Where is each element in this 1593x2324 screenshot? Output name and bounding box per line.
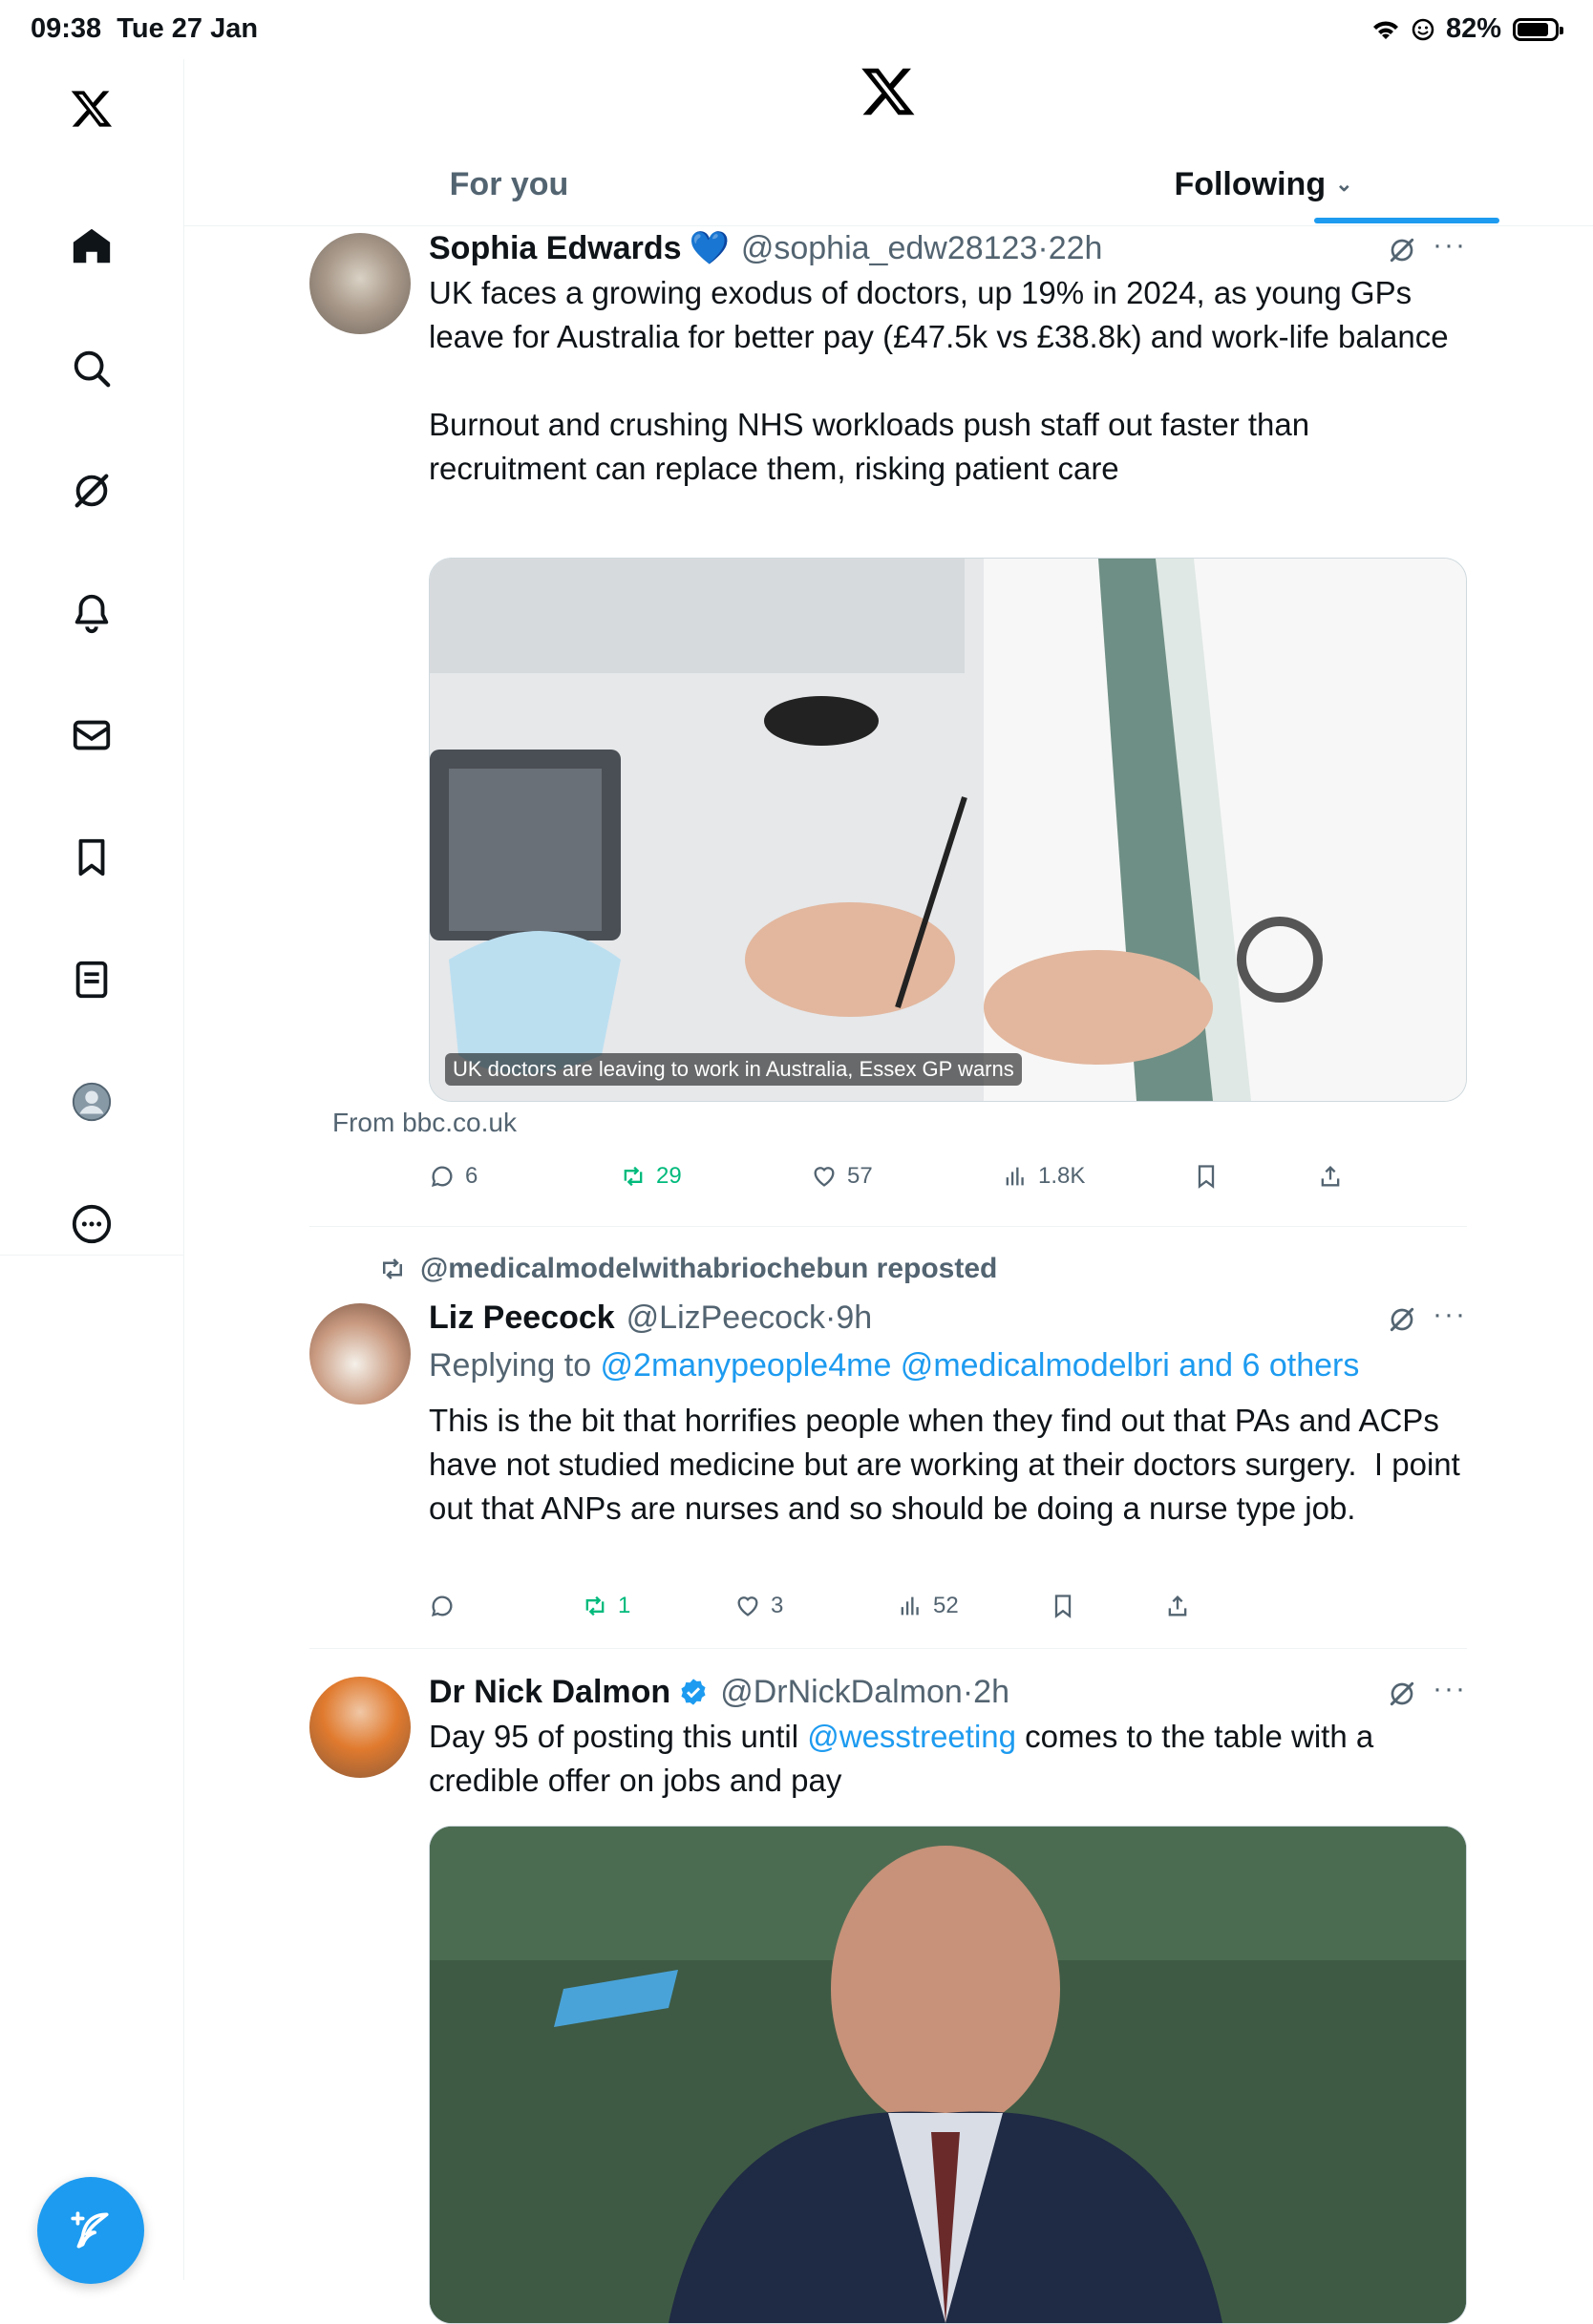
- repost-icon: [624, 1166, 643, 1187]
- focus-icon: [1412, 18, 1434, 40]
- avatar[interactable]: [309, 1677, 411, 1778]
- bell-icon[interactable]: [63, 584, 120, 642]
- compose-button[interactable]: [37, 2177, 144, 2284]
- share-icon: [1168, 1595, 1187, 1616]
- repost-icon: [585, 1595, 605, 1616]
- author-name[interactable]: Sophia Edwards: [429, 230, 682, 267]
- like-button[interactable]: 57: [811, 1163, 873, 1190]
- author-name[interactable]: Dr Nick Dalmon: [429, 1674, 670, 1711]
- share-button[interactable]: [1164, 1593, 1191, 1619]
- sidebar-divider: [0, 1255, 183, 1256]
- bookmark-button[interactable]: [1193, 1163, 1220, 1190]
- author-handle[interactable]: @sophia_edw28123: [741, 230, 1038, 267]
- grok-icon[interactable]: [1387, 1304, 1417, 1335]
- grok-icon[interactable]: [63, 462, 120, 519]
- tweet-time[interactable]: 2h: [973, 1674, 1009, 1711]
- tweet[interactable]: Sophia Edwards 💙 @sophia_edw28123 · 22h …: [309, 229, 1467, 1222]
- compose-icon: [71, 2211, 109, 2249]
- chevron-down-icon: ⌄: [1335, 172, 1353, 196]
- search-icon[interactable]: [63, 340, 120, 397]
- tweet[interactable]: @medicalmodelwithabriochebun reposted Li…: [309, 1251, 1467, 1633]
- battery-icon: [1513, 17, 1563, 41]
- reply-icon: [431, 1166, 453, 1188]
- reply-icon: [431, 1595, 453, 1617]
- photo-image: [430, 1827, 1466, 2323]
- more-icon[interactable]: [63, 1195, 120, 1253]
- tab-for-you[interactable]: For you: [414, 143, 605, 225]
- battery-percent: 82%: [1445, 13, 1501, 44]
- tab-following[interactable]: Following ⌄: [1120, 143, 1407, 225]
- bookmark-icon: [1054, 1595, 1072, 1618]
- author-name[interactable]: Liz Peecock: [429, 1299, 615, 1337]
- more-options-icon[interactable]: ···: [1433, 229, 1467, 262]
- tweet[interactable]: Dr Nick Dalmon @DrNickDalmon · 2h ··· Da…: [309, 1673, 1467, 2324]
- tweet-text: This is the bit that horrifies people wh…: [429, 1403, 1469, 1526]
- tweet-image[interactable]: [429, 1826, 1467, 2324]
- tweet-time[interactable]: 9h: [836, 1299, 872, 1337]
- card-caption: UK doctors are leaving to work in Austra…: [445, 1053, 1022, 1086]
- sidebar: [0, 59, 184, 2284]
- heart-icon: [814, 1167, 835, 1187]
- x-header-logo-icon[interactable]: [860, 63, 917, 120]
- tweet-divider: [309, 1648, 1467, 1649]
- timeline-tabs: For you Following ⌄: [184, 143, 1593, 226]
- tab-active-indicator: [1314, 218, 1499, 223]
- reply-button[interactable]: 6: [429, 1163, 478, 1190]
- repost-button[interactable]: 29: [620, 1163, 682, 1190]
- like-button[interactable]: 3: [734, 1593, 783, 1619]
- tweet-divider: [309, 1226, 1467, 1227]
- replying-to: Replying to @2manypeople4me @medicalmode…: [429, 1346, 1360, 1384]
- bookmark-icon: [1198, 1165, 1215, 1189]
- verified-badge-icon: [681, 1679, 706, 1705]
- status-time: 09:38 Tue 27 Jan: [31, 13, 259, 44]
- avatar[interactable]: [309, 233, 411, 334]
- link-card-image[interactable]: UK doctors are leaving to work in Austra…: [429, 558, 1467, 1102]
- status-right: 82%: [1371, 13, 1563, 45]
- tweet-actions: 1 3 52: [429, 1593, 1384, 1631]
- grok-icon[interactable]: [1387, 235, 1417, 265]
- x-logo-icon[interactable]: [63, 80, 120, 137]
- replying-to-links[interactable]: @2manypeople4me @medicalmodelbri and 6 o…: [601, 1347, 1360, 1384]
- status-bar: 09:38 Tue 27 Jan 82%: [0, 0, 1593, 59]
- reposted-by[interactable]: @medicalmodelwithabriochebun reposted: [420, 1253, 997, 1285]
- repost-icon: [383, 1258, 402, 1279]
- repost-context: @medicalmodelwithabriochebun reposted: [378, 1253, 997, 1285]
- views-icon: [901, 1596, 919, 1616]
- bookmark-icon[interactable]: [63, 829, 120, 886]
- mail-icon[interactable]: [63, 707, 120, 764]
- more-options-icon[interactable]: ···: [1433, 1299, 1467, 1331]
- grok-icon[interactable]: [1387, 1679, 1417, 1709]
- tweet-time[interactable]: 22h: [1049, 230, 1103, 267]
- views-button[interactable]: 1.8K: [1002, 1163, 1085, 1190]
- tweet-text: UK faces a growing exodus of doctors, up…: [429, 275, 1449, 486]
- card-source[interactable]: From bbc.co.uk: [332, 1108, 517, 1138]
- heart-icon: [737, 1596, 758, 1616]
- tweet-actions: 6 29 57 1.8K: [429, 1163, 1384, 1201]
- author-handle[interactable]: @LizPeecock: [627, 1299, 825, 1337]
- home-icon[interactable]: [63, 218, 120, 275]
- badge-heart-icon: 💙: [689, 230, 730, 266]
- more-options-icon[interactable]: ···: [1433, 1673, 1467, 1705]
- avatar[interactable]: [309, 1303, 411, 1405]
- mention-link[interactable]: @wesstreeting: [807, 1719, 1016, 1754]
- views-icon: [1006, 1167, 1024, 1186]
- views-button[interactable]: 52: [897, 1593, 959, 1619]
- list-icon[interactable]: [63, 951, 120, 1008]
- share-icon: [1321, 1166, 1340, 1187]
- wifi-icon: [1372, 20, 1398, 39]
- repost-button[interactable]: 1: [582, 1593, 630, 1619]
- reply-button[interactable]: [429, 1593, 465, 1619]
- share-button[interactable]: [1317, 1163, 1344, 1190]
- profile-icon[interactable]: [63, 1073, 120, 1130]
- author-handle[interactable]: @DrNickDalmon: [720, 1674, 963, 1711]
- doctor-image: [430, 559, 1466, 1101]
- tweet-text: Day 95 of posting this until @wesstreeti…: [429, 1719, 1383, 1798]
- bookmark-button[interactable]: [1050, 1593, 1076, 1619]
